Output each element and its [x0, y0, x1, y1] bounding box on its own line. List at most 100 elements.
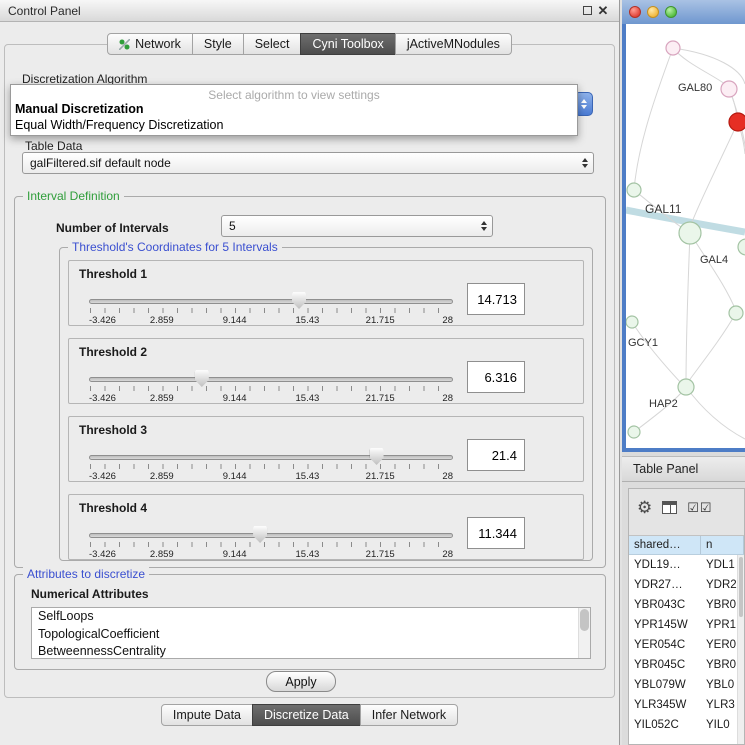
- network-node[interactable]: [627, 183, 641, 197]
- slider-thumb[interactable]: [195, 370, 209, 387]
- cell-shared-name: YDR27…: [629, 579, 701, 591]
- float-window-icon[interactable]: [579, 3, 595, 19]
- slider-ruler-ticks: [90, 386, 452, 391]
- tab-style[interactable]: Style: [192, 33, 244, 55]
- slider-thumb[interactable]: [370, 448, 384, 465]
- slider-track[interactable]: [89, 533, 453, 538]
- table-scrollbar[interactable]: [737, 555, 744, 744]
- axis-tick-label: 28: [442, 315, 453, 326]
- tab-label: jActiveMNodules: [407, 37, 500, 51]
- slider-track[interactable]: [89, 377, 453, 382]
- table-row[interactable]: YLR345W YLR3: [629, 695, 737, 715]
- network-node[interactable]: [628, 426, 640, 438]
- table-toolbar: ⚙ ☑☑: [629, 489, 744, 525]
- threshold-value-box[interactable]: 6.316: [467, 361, 525, 393]
- axis-tick-label: 21.715: [366, 549, 395, 560]
- tab-impute-data[interactable]: Impute Data: [161, 704, 253, 726]
- table-row[interactable]: YDR27… YDR2: [629, 575, 737, 595]
- apply-button[interactable]: Apply: [266, 671, 336, 692]
- cell-name: YER0: [701, 639, 737, 651]
- threshold-label: Threshold 2: [79, 345, 147, 359]
- network-graph[interactable]: GAL80 GAL11 GAL4 GCY1 HAP2: [626, 24, 745, 448]
- num-intervals-label: Number of Intervals: [56, 221, 169, 235]
- minimize-traffic-light-icon[interactable]: [647, 6, 659, 18]
- slider-thumb[interactable]: [292, 292, 306, 309]
- dropdown-option-equal-width-frequency[interactable]: Equal Width/Frequency Discretization: [11, 117, 577, 133]
- axis-tick-label: 21.715: [366, 393, 395, 404]
- scrollbar-thumb[interactable]: [739, 557, 743, 617]
- network-node-selected[interactable]: [729, 113, 745, 131]
- right-panel: GAL80 GAL11 GAL4 GCY1 HAP2 Table Panel ⚙…: [622, 0, 745, 745]
- threshold-card: Threshold 4 -3.4262.8599.14415.4321.7152…: [68, 494, 584, 560]
- tab-label: Style: [204, 37, 232, 51]
- threshold-value-box[interactable]: 11.344: [467, 517, 525, 549]
- attribute-item[interactable]: TopologicalCoefficient: [32, 626, 590, 644]
- select-columns-icon[interactable]: ☑☑: [687, 501, 712, 514]
- bottom-tab-bar: Impute DataDiscretize DataInfer Network: [0, 704, 619, 726]
- table-row[interactable]: YBL079W YBL0: [629, 675, 737, 695]
- network-node[interactable]: [679, 222, 701, 244]
- tab-select[interactable]: Select: [243, 33, 302, 55]
- tab-infer-network[interactable]: Infer Network: [360, 704, 458, 726]
- combo-up-arrow-icon: [581, 99, 587, 103]
- slider-ruler-ticks: [90, 308, 452, 313]
- node-label-gal11: GAL11: [645, 202, 682, 216]
- combo-down-arrow-icon: [581, 105, 587, 109]
- table-header-row: shared… n: [629, 535, 744, 555]
- threshold-value-box[interactable]: 21.4: [467, 439, 525, 471]
- attribute-item[interactable]: BetweennessCentrality: [32, 643, 590, 659]
- close-traffic-light-icon[interactable]: [629, 6, 641, 18]
- tab-jactivemnodules[interactable]: jActiveMNodules: [395, 33, 512, 55]
- gear-icon[interactable]: ⚙: [637, 499, 652, 516]
- tab-label: Cyni Toolbox: [312, 37, 383, 51]
- axis-tick-label: 9.144: [223, 549, 247, 560]
- table-row[interactable]: YBR045C YBR0: [629, 655, 737, 675]
- network-canvas[interactable]: GAL80 GAL11 GAL4 GCY1 HAP2: [626, 24, 745, 448]
- network-node[interactable]: [721, 81, 737, 97]
- slider-thumb[interactable]: [253, 526, 267, 543]
- tab-discretize-data[interactable]: Discretize Data: [252, 704, 361, 726]
- network-node[interactable]: [678, 379, 694, 395]
- table-panel-header[interactable]: Table Panel: [622, 456, 745, 482]
- table-row[interactable]: YIL052C YIL0: [629, 715, 737, 735]
- network-node[interactable]: [626, 316, 638, 328]
- threshold-slider[interactable]: -3.4262.8599.14415.4321.71528: [89, 525, 453, 561]
- table-data-select[interactable]: galFiltered.sif default node: [22, 152, 594, 174]
- attribute-item[interactable]: SelfLoops: [32, 608, 590, 626]
- scrollbar-thumb[interactable]: [580, 609, 589, 631]
- num-intervals-value: 5: [229, 219, 236, 233]
- attributes-scrollbar[interactable]: [578, 608, 590, 658]
- close-icon[interactable]: ✕: [595, 3, 611, 19]
- slider-track[interactable]: [89, 299, 453, 304]
- cell-name: YBR0: [701, 659, 737, 671]
- cell-name: YBL0: [701, 679, 737, 691]
- window-title: Control Panel: [8, 4, 579, 18]
- num-intervals-select[interactable]: 5: [221, 215, 493, 237]
- threshold-value-box[interactable]: 14.713: [467, 283, 525, 315]
- tab-cyni-toolbox[interactable]: Cyni Toolbox: [300, 33, 395, 55]
- axis-tick-label: -3.426: [89, 315, 116, 326]
- column-header-name[interactable]: n: [701, 536, 744, 554]
- axis-tick-label: 15.43: [296, 393, 320, 404]
- dropdown-option-manual-discretization[interactable]: Manual Discretization: [11, 101, 577, 117]
- table-row[interactable]: YER054C YER0: [629, 635, 737, 655]
- numerical-attributes-list[interactable]: SelfLoopsTopologicalCoefficientBetweenne…: [31, 607, 591, 659]
- network-node[interactable]: [738, 239, 745, 255]
- cell-shared-name: YLR345W: [629, 699, 701, 711]
- column-header-shared-name[interactable]: shared…: [629, 536, 701, 554]
- table-row[interactable]: YPR145W YPR1: [629, 615, 737, 635]
- network-node[interactable]: [729, 306, 743, 320]
- table-row[interactable]: YDL19… YDL1: [629, 555, 737, 575]
- threshold-label: Threshold 3: [79, 423, 147, 437]
- columns-icon[interactable]: [662, 501, 677, 514]
- zoom-traffic-light-icon[interactable]: [665, 6, 677, 18]
- network-node[interactable]: [666, 41, 680, 55]
- threshold-slider[interactable]: -3.4262.8599.14415.4321.71528: [89, 291, 453, 327]
- table-row[interactable]: YBR043C YBR0: [629, 595, 737, 615]
- axis-tick-label: 9.144: [223, 315, 247, 326]
- tab-network[interactable]: Network: [107, 33, 193, 55]
- threshold-slider[interactable]: -3.4262.8599.14415.4321.71528: [89, 369, 453, 405]
- slider-track[interactable]: [89, 455, 453, 460]
- threshold-slider[interactable]: -3.4262.8599.14415.4321.71528: [89, 447, 453, 483]
- dropdown-placeholder: Select algorithm to view settings: [11, 85, 577, 101]
